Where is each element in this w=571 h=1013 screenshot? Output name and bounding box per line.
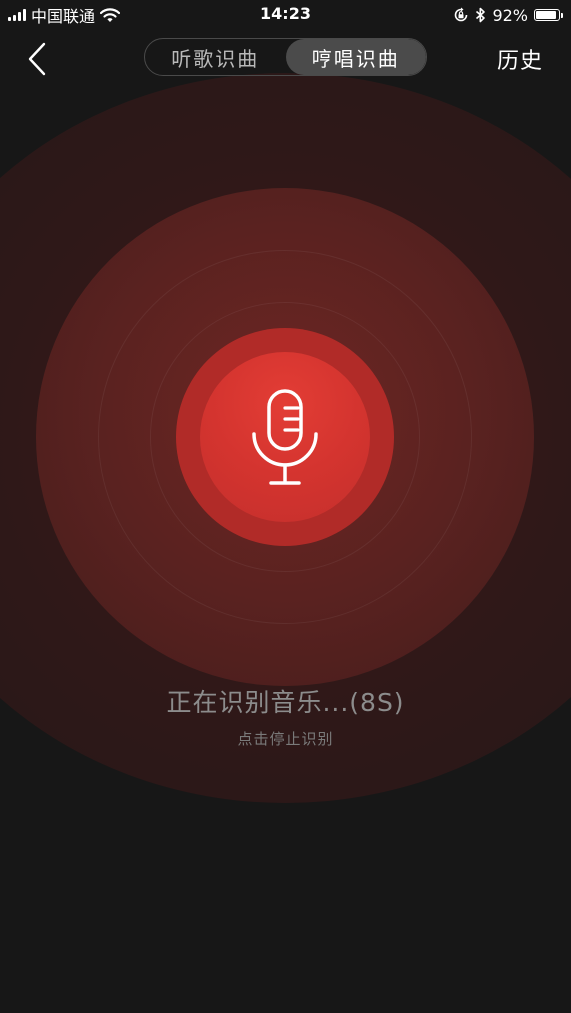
status-right: 92% (453, 4, 563, 26)
bluetooth-icon (476, 7, 486, 23)
tab-label: 哼唱识曲 (311, 46, 400, 71)
nav-bar: 听歌识曲 哼唱识曲 历史 (0, 30, 571, 88)
stop-recognition-hint[interactable]: 点击停止识别 (0, 728, 571, 749)
rotation-lock-icon (455, 7, 468, 22)
battery-fill (536, 11, 557, 19)
battery-percent: 92% (492, 5, 528, 25)
tab-label: 听歌识曲 (171, 46, 260, 71)
battery-icon (534, 9, 563, 21)
chevron-left-icon (28, 42, 46, 76)
recognizing-status-text: 正在识别音乐...(8S) (166, 688, 405, 717)
mode-segmented-control: 听歌识曲 哼唱识曲 (144, 38, 427, 76)
tab-hum-recognize[interactable]: 哼唱识曲 (285, 39, 426, 75)
status-bar: 中国联通 14:23 92% (0, 0, 571, 30)
back-button[interactable] (22, 40, 56, 78)
screen: 中国联通 14:23 92% 听歌识曲 哼唱识曲 历史 正在识别音乐...(8S… (0, 0, 571, 1013)
mic-button[interactable] (200, 352, 370, 522)
history-button[interactable]: 历史 (497, 43, 543, 75)
tab-listen-recognize[interactable]: 听歌识曲 (145, 39, 286, 75)
